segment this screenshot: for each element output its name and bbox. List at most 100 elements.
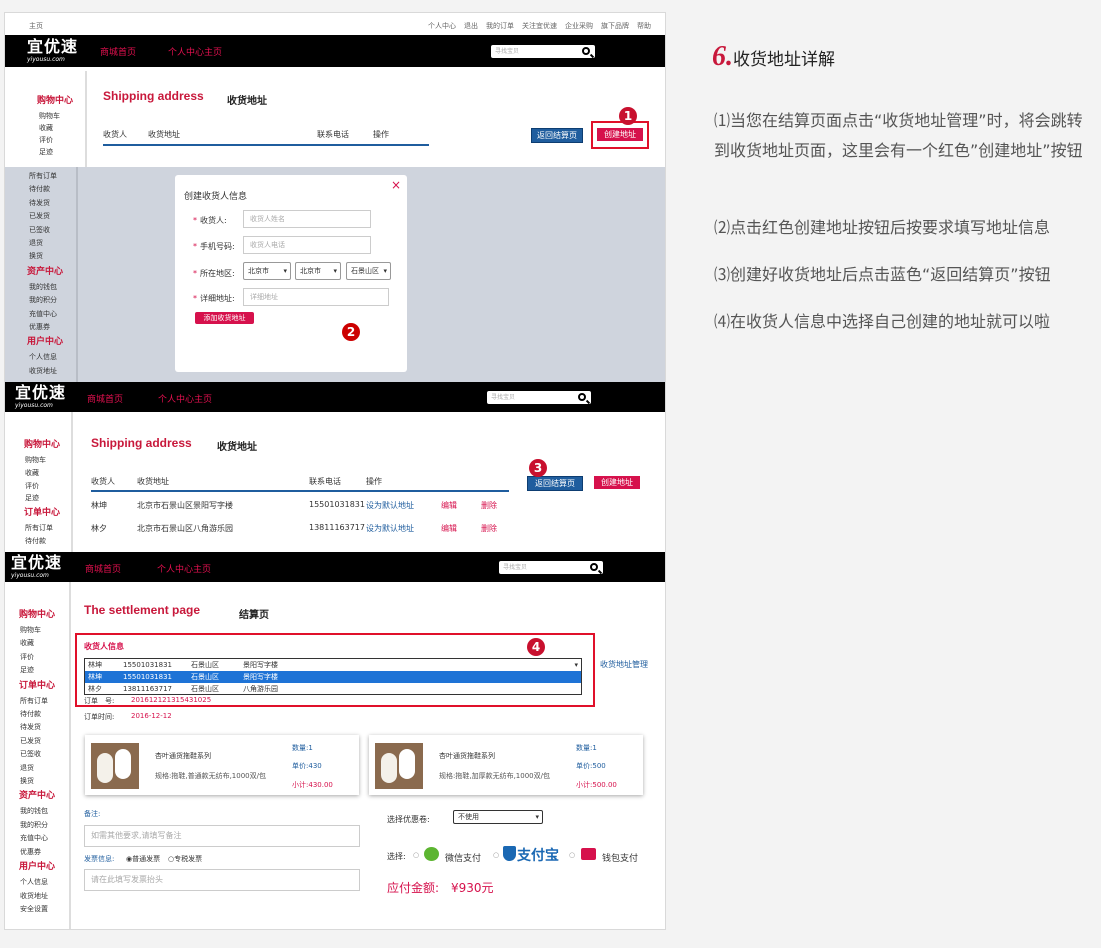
modal-close-icon[interactable]: × — [391, 178, 401, 192]
sidebar-item-address[interactable]: 收货地址 — [20, 890, 55, 903]
invoice-title-input[interactable]: 请在此填写发票抬头 — [84, 869, 360, 891]
nav-personal-home-2[interactable]: 个人中心主页 — [158, 392, 212, 405]
top-link-personal[interactable]: 个人中心 — [428, 22, 456, 30]
search-input[interactable]: 寻找宝贝 — [491, 45, 595, 58]
set-default-link[interactable]: 设为默认地址 — [366, 523, 414, 534]
top-link-logout[interactable]: 退出 — [464, 22, 478, 30]
pay-wechat-label[interactable]: 微信支付 — [445, 851, 481, 864]
site-logo[interactable]: 宜优速 yiyousu.com — [27, 38, 78, 64]
receiver-name-input[interactable]: 收货人姓名 — [243, 210, 371, 228]
sidebar-item-cart[interactable]: 购物车 — [39, 110, 73, 122]
sidebar-item-pending-pay[interactable]: 待付款 — [25, 535, 60, 548]
set-default-link[interactable]: 设为默认地址 — [366, 500, 414, 511]
sidebar-item-history[interactable]: 足迹 — [20, 664, 55, 677]
sidebar-item-security[interactable]: 安全设置 — [20, 903, 55, 916]
sidebar-item-shipped[interactable]: 已发货 — [20, 735, 55, 748]
sidebar-item-coupons[interactable]: 优惠券 — [29, 321, 63, 334]
sidebar-item-favorites[interactable]: 收藏 — [25, 467, 60, 480]
sidebar-item-coupons[interactable]: 优惠券 — [20, 846, 55, 859]
sidebar-item-returns[interactable]: 退货 — [29, 237, 63, 250]
sidebar-item-history[interactable]: 足迹 — [39, 146, 73, 158]
sidebar-item-profile[interactable]: 个人信息 — [29, 351, 63, 364]
search-icon[interactable] — [578, 393, 586, 401]
pay-wallet-radio[interactable]: ○ — [569, 851, 575, 859]
top-link-enterprise[interactable]: 企业采购 — [565, 22, 593, 30]
pay-wallet-label[interactable]: 钱包支付 — [602, 851, 638, 864]
top-link-help[interactable]: 帮助 — [637, 22, 651, 30]
sidebar-item-shipped[interactable]: 已发货 — [29, 210, 63, 223]
sidebar-item-history[interactable]: 足迹 — [25, 492, 60, 505]
search-icon[interactable] — [582, 47, 590, 55]
receiver-option-selected[interactable]: 林坤 15501031831 石景山区 景阳写字楼 — [85, 671, 581, 683]
sidebar-item-pending-pay[interactable]: 待付款 — [20, 708, 55, 721]
home-link[interactable]: 主页 — [29, 21, 43, 31]
chevron-down-icon[interactable]: ▾ — [574, 659, 578, 671]
city-select[interactable]: 北京市 — [295, 262, 341, 280]
province-select[interactable]: 北京市 — [243, 262, 291, 280]
nav-mall-home-3[interactable]: 商城首页 — [85, 562, 121, 575]
create-address-button[interactable]: 创建地址 — [597, 128, 643, 141]
sidebar-item-pending-ship[interactable]: 待发货 — [20, 721, 55, 734]
nav-personal-home[interactable]: 个人中心主页 — [168, 45, 222, 58]
search-input-2[interactable]: 寻找宝贝 — [487, 391, 591, 404]
back-to-checkout-button-2[interactable]: 返回结算页 — [527, 476, 583, 491]
sidebar-item-address[interactable]: 收货地址 — [29, 365, 63, 378]
receiver-option[interactable]: 林夕 13811163717 石景山区 八角游乐园 — [85, 683, 581, 695]
receiver-select[interactable]: 林坤 15501031831 石景山区 景阳写字楼 ▾ 林坤 15501031831 石景… — [84, 658, 582, 695]
sidebar-item-points[interactable]: 我的积分 — [20, 819, 55, 832]
sidebar-item-received[interactable]: 已签收 — [29, 224, 63, 237]
sidebar-item-all-orders[interactable]: 所有订单 — [20, 695, 55, 708]
pay-alipay-radio[interactable]: ○ — [493, 851, 499, 859]
sidebar-item-returns[interactable]: 退货 — [20, 762, 55, 775]
remark-input[interactable]: 如需其他要求,请填写备注 — [84, 825, 360, 847]
top-link-brands[interactable]: 旗下品牌 — [601, 22, 629, 30]
site-logo-2[interactable]: 宜优速 yiyousu.com — [15, 384, 66, 410]
receiver-phone-input[interactable]: 收货人电话 — [243, 236, 371, 254]
sidebar-item-pending-ship[interactable]: 待发货 — [29, 197, 63, 210]
sidebar-item-cart[interactable]: 购物车 — [25, 454, 60, 467]
sidebar-item-received[interactable]: 已签收 — [20, 748, 55, 761]
pay-alipay-label[interactable]: 支付宝 — [517, 845, 559, 865]
invoice-normal-radio[interactable]: ◉普通发票 — [126, 854, 160, 864]
sidebar-item-reviews[interactable]: 评价 — [20, 651, 55, 664]
step-badge-3: 3 — [529, 459, 547, 477]
sidebar-item-reviews[interactable]: 评价 — [39, 134, 73, 146]
delete-link[interactable]: 删除 — [481, 523, 497, 534]
sidebar-item-cart[interactable]: 购物车 — [20, 624, 55, 637]
sidebar-item-recharge[interactable]: 充值中心 — [20, 832, 55, 845]
sidebar-item-points[interactable]: 我的积分 — [29, 294, 63, 307]
sidebar-item-all-orders[interactable]: 所有订单 — [25, 522, 60, 535]
search-input-3[interactable]: 寻找宝贝 — [499, 561, 603, 574]
nav-mall-home-2[interactable]: 商城首页 — [87, 392, 123, 405]
add-address-button[interactable]: 添加收货地址 — [195, 312, 254, 324]
sidebar-item-wallet[interactable]: 我的钱包 — [20, 805, 55, 818]
sidebar-item-profile[interactable]: 个人信息 — [20, 876, 55, 889]
back-to-checkout-button[interactable]: 返回结算页 — [531, 128, 583, 143]
search-icon[interactable] — [590, 563, 598, 571]
invoice-vat-radio[interactable]: ○专税发票 — [168, 854, 202, 864]
top-link-orders[interactable]: 我的订单 — [486, 22, 514, 30]
edit-link[interactable]: 编辑 — [441, 523, 457, 534]
site-logo-3[interactable]: 宜优速 yiyousu.com — [11, 554, 62, 580]
sidebar-item-all-orders[interactable]: 所有订单 — [29, 170, 63, 183]
sidebar-item-reviews[interactable]: 评价 — [25, 480, 60, 493]
delete-link[interactable]: 删除 — [481, 500, 497, 511]
sidebar-item-wallet[interactable]: 我的钱包 — [29, 281, 63, 294]
sidebar-item-exchange[interactable]: 换货 — [20, 775, 55, 788]
pay-wechat-radio[interactable]: ○ — [413, 851, 419, 859]
sidebar-item-pending-pay[interactable]: 待付款 — [29, 183, 63, 196]
sidebar-item-exchange[interactable]: 换货 — [29, 250, 63, 263]
address-manage-link[interactable]: 收货地址管理 — [600, 659, 648, 670]
sidebar-item-recharge[interactable]: 充值中心 — [29, 308, 63, 321]
edit-link[interactable]: 编辑 — [441, 500, 457, 511]
detail-address-input[interactable]: 详细地址 — [243, 288, 389, 306]
receiver-select-current[interactable]: 林坤 15501031831 石景山区 景阳写字楼 ▾ — [85, 659, 581, 671]
coupon-select[interactable]: 不使用 — [453, 810, 543, 824]
district-select[interactable]: 石景山区 — [346, 262, 391, 280]
top-link-follow[interactable]: 关注宜优速 — [522, 22, 557, 30]
nav-personal-home-3[interactable]: 个人中心主页 — [157, 562, 211, 575]
sidebar-item-favorites[interactable]: 收藏 — [39, 122, 73, 134]
nav-mall-home[interactable]: 商城首页 — [100, 45, 136, 58]
create-address-button-2[interactable]: 创建地址 — [594, 476, 640, 489]
sidebar-item-favorites[interactable]: 收藏 — [20, 637, 55, 650]
